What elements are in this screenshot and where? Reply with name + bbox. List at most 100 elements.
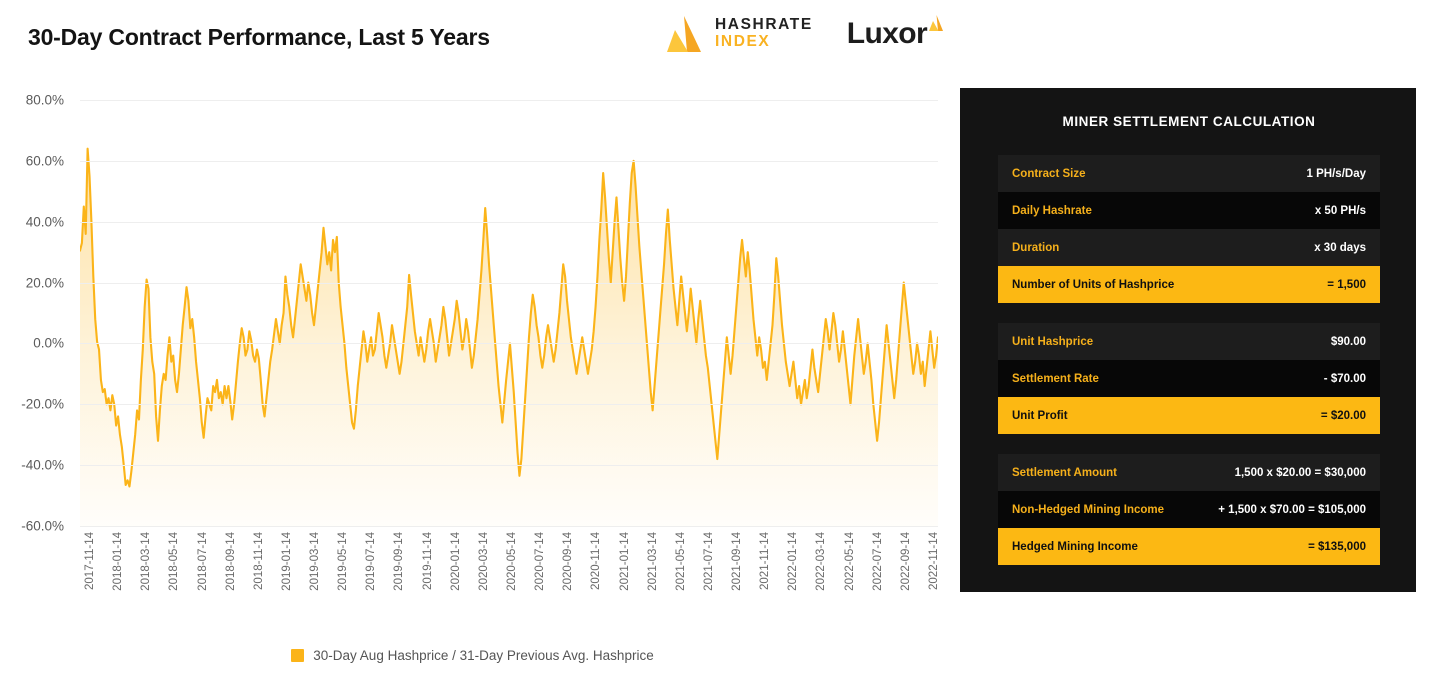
miner-settlement-panel: MINER SETTLEMENT CALCULATION Contract Si… bbox=[960, 88, 1416, 592]
x-axis-tick-label: 2022-07-14 bbox=[872, 532, 884, 591]
x-axis-tick-label: 2021-09-14 bbox=[731, 532, 743, 591]
x-axis-tick-label: 2021-07-14 bbox=[703, 532, 715, 591]
settlement-row: Non-Hedged Mining Income + 1,500 x $70.00… bbox=[998, 491, 1380, 528]
chart-gridline bbox=[80, 283, 938, 284]
settlement-row: Duration x 30 days bbox=[998, 229, 1380, 266]
x-axis-tick-label: 2018-07-14 bbox=[197, 532, 209, 591]
luxor-triangle-icon bbox=[929, 15, 944, 31]
infographic-root: 30-Day Contract Performance, Last 5 Year… bbox=[0, 0, 1440, 697]
y-axis-tick-label: 20.0% bbox=[26, 275, 64, 290]
y-axis-tick-label: 80.0% bbox=[26, 93, 64, 108]
panel-group: Settlement Amount 1,500 x $20.00 = $30,00… bbox=[998, 454, 1380, 565]
chart-gridline bbox=[80, 161, 938, 162]
x-axis-tick-label: 2018-05-14 bbox=[168, 532, 180, 591]
settlement-row-value: x 30 days bbox=[1314, 242, 1366, 254]
x-axis-tick-label: 2019-05-14 bbox=[337, 532, 349, 591]
x-axis-tick-label: 2022-09-14 bbox=[900, 532, 912, 591]
settlement-row: Hedged Mining Income = $135,000 bbox=[998, 528, 1380, 565]
settlement-row-label: Unit Profit bbox=[1012, 410, 1068, 422]
settlement-row-label: Non-Hedged Mining Income bbox=[1012, 504, 1164, 516]
y-axis-tick-label: -20.0% bbox=[21, 397, 64, 412]
chart-gridline bbox=[80, 343, 938, 344]
x-axis-tick-label: 2022-11-14 bbox=[928, 532, 940, 590]
hashrate-index-line2: INDEX bbox=[715, 34, 813, 51]
x-axis-tick-label: 2020-03-14 bbox=[478, 532, 490, 591]
panel-title: MINER SETTLEMENT CALCULATION bbox=[998, 114, 1380, 129]
x-axis-tick-label: 2022-01-14 bbox=[787, 532, 799, 591]
x-axis-tick-label: 2018-01-14 bbox=[112, 532, 124, 591]
hashrate-index-logo: HASHRATE INDEX bbox=[664, 16, 813, 52]
x-axis-tick-label: 2020-09-14 bbox=[562, 532, 574, 591]
panel-group: Unit Hashprice$90.00 Settlement Rate - $70… bbox=[998, 323, 1380, 434]
x-axis-tick-label: 2021-03-14 bbox=[647, 532, 659, 591]
x-axis-tick-label: 2020-05-14 bbox=[506, 532, 518, 591]
x-axis-tick-label: 2018-03-14 bbox=[140, 532, 152, 591]
settlement-row: Daily Hashrate x 50 PH/s bbox=[998, 192, 1380, 229]
settlement-row-label: Settlement Rate bbox=[1012, 373, 1099, 385]
legend-label: 30-Day Aug Hashprice / 31-Day Previous A… bbox=[313, 648, 653, 663]
brand-logos: HASHRATE INDEX Luxor bbox=[664, 16, 944, 52]
settlement-row-value: = $20.00 bbox=[1321, 410, 1366, 422]
y-axis-tick-label: 40.0% bbox=[26, 214, 64, 229]
y-axis-labels: 80.0%60.0%40.0%20.0%0.0%-20.0%-40.0%-60.… bbox=[0, 86, 72, 526]
triangle-mountain-icon bbox=[664, 16, 704, 52]
x-axis-tick-label: 2019-11-14 bbox=[422, 532, 434, 590]
chart-plot-area bbox=[80, 100, 938, 526]
settlement-row-value: x 50 PH/s bbox=[1315, 205, 1366, 217]
settlement-row: Settlement Amount 1,500 x $20.00 = $30,00… bbox=[998, 454, 1380, 491]
settlement-row-value: 1,500 x $20.00 = $30,000 bbox=[1235, 467, 1366, 479]
series-area-path bbox=[80, 100, 938, 526]
settlement-row-value: + 1,500 x $70.00 = $105,000 bbox=[1218, 504, 1366, 516]
x-axis-tick-label: 2021-11-14 bbox=[759, 532, 771, 590]
x-axis-tick-label: 2019-01-14 bbox=[281, 532, 293, 591]
settlement-row-label: Duration bbox=[1012, 242, 1059, 254]
y-axis-tick-label: 60.0% bbox=[26, 153, 64, 168]
x-axis-tick-label: 2021-05-14 bbox=[675, 532, 687, 591]
chart-gridline bbox=[80, 222, 938, 223]
x-axis-tick-label: 2017-11-14 bbox=[84, 532, 96, 590]
settlement-row: Unit Profit = $20.00 bbox=[998, 397, 1380, 434]
settlement-row-value: = 1,500 bbox=[1327, 279, 1366, 291]
chart-gridline bbox=[80, 465, 938, 466]
settlement-row-value: = $135,000 bbox=[1308, 541, 1366, 553]
performance-chart: 80.0% 60.0% 40.0% 20.0% 0.0% -20.0% -40.0% -60.… bbox=[0, 86, 945, 546]
x-axis-labels: 2017-11-14 2018-01-14 2018-03-14 2018-05-14… bbox=[80, 532, 938, 628]
settlement-row-value: $90.00 bbox=[1331, 336, 1366, 348]
hashrate-index-line1: HASHRATE bbox=[715, 17, 813, 34]
settlement-row-label: Settlement Amount bbox=[1012, 467, 1117, 479]
x-axis-tick-label: 2018-11-14 bbox=[253, 532, 265, 590]
x-axis-tick-label: 2021-01-14 bbox=[619, 532, 631, 591]
y-axis-tick-label: -40.0% bbox=[21, 458, 64, 473]
luxor-wordmark: Luxor bbox=[847, 17, 927, 51]
settlement-row: Settlement Rate - $70.00 bbox=[998, 360, 1380, 397]
settlement-row-label: Number of Units of Hashprice bbox=[1012, 279, 1174, 291]
legend-swatch bbox=[291, 649, 304, 662]
x-axis-tick-label: 2020-07-14 bbox=[534, 532, 546, 591]
chart-gridline bbox=[80, 526, 938, 527]
x-axis-tick-label: 2019-09-14 bbox=[393, 532, 405, 591]
settlement-row-value: - $70.00 bbox=[1324, 373, 1366, 385]
y-axis-tick-label: 0.0% bbox=[33, 336, 64, 351]
y-axis-tick-label: -60.0% bbox=[21, 519, 64, 534]
settlement-row-label: Contract Size bbox=[1012, 168, 1086, 180]
x-axis-tick-label: 2022-05-14 bbox=[844, 532, 856, 591]
chart-gridline bbox=[80, 100, 938, 101]
page-title: 30-Day Contract Performance, Last 5 Year… bbox=[28, 24, 490, 51]
settlement-row-label: Hedged Mining Income bbox=[1012, 541, 1138, 553]
chart-gridline bbox=[80, 404, 938, 405]
settlement-row-label: Daily Hashrate bbox=[1012, 205, 1092, 217]
x-axis-tick-label: 2018-09-14 bbox=[225, 532, 237, 591]
x-axis-tick-label: 2020-11-14 bbox=[590, 532, 602, 590]
luxor-logo: Luxor bbox=[847, 17, 944, 51]
chart-legend: 30-Day Aug Hashprice / 31-Day Previous A… bbox=[0, 648, 945, 663]
panel-group: Contract Size 1 PH/s/Day Daily Hashrate x 5… bbox=[998, 155, 1380, 303]
x-axis-tick-label: 2022-03-14 bbox=[815, 532, 827, 591]
x-axis-tick-label: 2019-07-14 bbox=[365, 532, 377, 591]
panel-groups: Contract Size 1 PH/s/Day Daily Hashrate x 5… bbox=[998, 155, 1380, 565]
settlement-row: Number of Units of Hashprice = 1,500 bbox=[998, 266, 1380, 303]
settlement-row-value: 1 PH/s/Day bbox=[1307, 168, 1366, 180]
x-axis-tick-label: 2019-03-14 bbox=[309, 532, 321, 591]
settlement-row: Unit Hashprice$90.00 bbox=[998, 323, 1380, 360]
settlement-row: Contract Size 1 PH/s/Day bbox=[998, 155, 1380, 192]
x-axis-tick-label: 2020-01-14 bbox=[450, 532, 462, 591]
